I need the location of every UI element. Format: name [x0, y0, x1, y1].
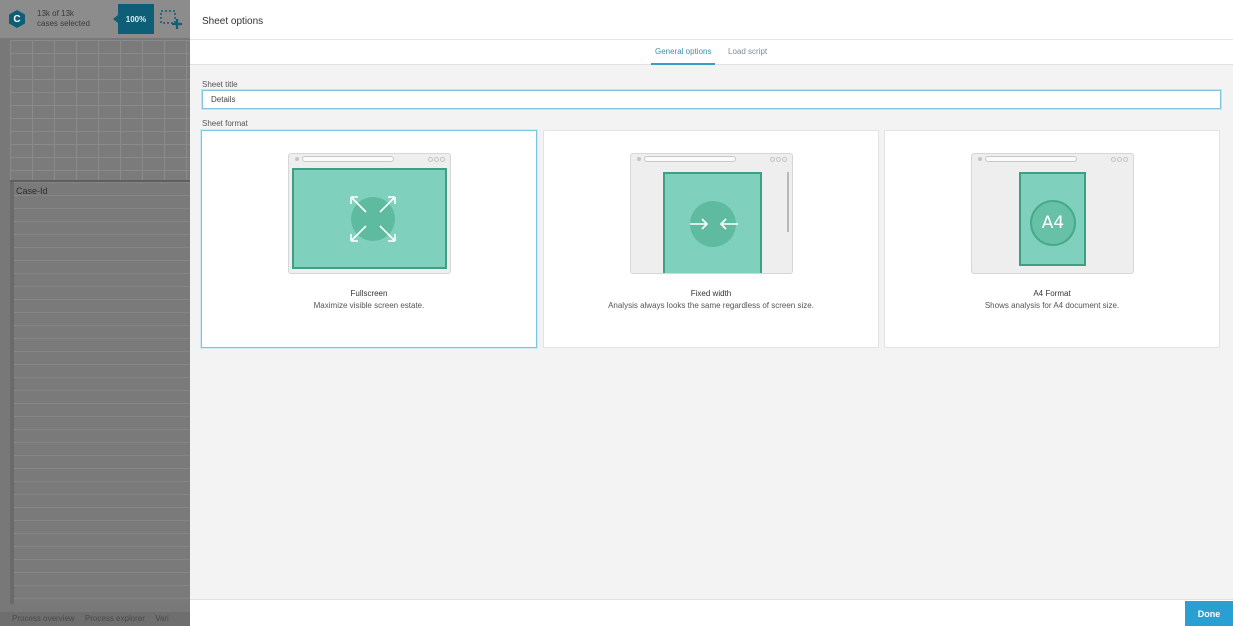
- add-selection-icon: [160, 10, 182, 29]
- browser-dot-icon: [637, 157, 641, 161]
- case-id-column-header: Case-Id: [16, 186, 48, 196]
- cases-label: cases selected: [37, 19, 90, 28]
- a4-sheet-preview: A4: [1019, 172, 1086, 266]
- browser-dot-icon: [295, 157, 299, 161]
- dialog-header: Sheet options: [190, 0, 1233, 40]
- format-card-fullscreen[interactable]: Fullscreen Maximize visible screen estat…: [201, 130, 537, 348]
- browser-bar: [289, 154, 450, 164]
- browser-url-bar: [644, 156, 736, 162]
- bottom-tab-process-overview: Process overview: [12, 614, 75, 623]
- browser-bar: [631, 154, 792, 164]
- background-bottom-tabs: Process overview Process explorer Vari: [0, 612, 190, 626]
- dialog-tab-bar: General options Load script: [190, 40, 1233, 65]
- browser-preview: [630, 153, 793, 274]
- dialog-footer: Done: [190, 599, 1233, 626]
- browser-url-bar: [302, 156, 394, 162]
- tab-load-script[interactable]: Load script: [728, 47, 767, 65]
- zoom-badge: 100%: [113, 4, 154, 34]
- format-name: Fullscreen: [350, 289, 388, 298]
- compress-arrows-icon: [690, 218, 738, 230]
- format-description: Maximize visible screen estate.: [313, 301, 425, 310]
- browser-home-icon: [978, 157, 982, 161]
- sheet-preview: [292, 168, 447, 269]
- cases-count: 13k of 13k: [37, 9, 74, 18]
- browser-scrollbar: [787, 172, 789, 232]
- browser-window-controls-icon: [1111, 157, 1128, 162]
- sheet-title-label: Sheet title: [202, 80, 238, 89]
- sheet-title-input[interactable]: [202, 90, 1221, 109]
- tab-general-options[interactable]: General options: [651, 47, 716, 65]
- format-name: A4 Format: [1033, 289, 1071, 298]
- browser-window-controls-icon: [770, 157, 787, 162]
- browser-window-controls-icon: [428, 157, 445, 162]
- sheet-options-dialog: Sheet options General options Load scrip…: [190, 0, 1233, 626]
- format-description: Analysis always looks the same regardles…: [608, 301, 814, 310]
- case-selection-info: 13k of 13k cases selected: [37, 9, 115, 29]
- format-name: Fixed width: [690, 289, 732, 298]
- app-logo-icon: C: [9, 10, 25, 28]
- bottom-tab-variants: Vari: [155, 614, 169, 623]
- background-table: [10, 182, 190, 604]
- browser-bar: [972, 154, 1133, 164]
- sheet-format-label: Sheet format: [202, 119, 248, 128]
- format-card-a4[interactable]: A4 A4 Format Shows analysis for A4 docum…: [884, 130, 1220, 348]
- expand-arrows-icon: [350, 196, 396, 242]
- background-chart-area: [10, 40, 190, 180]
- format-description: Shows analysis for A4 document size.: [984, 301, 1120, 310]
- browser-preview: [288, 153, 451, 274]
- bottom-tab-process-explorer: Process explorer: [84, 614, 145, 623]
- background-app: C 13k of 13k cases selected 100% Case-Id…: [0, 0, 190, 626]
- browser-preview: A4: [971, 153, 1134, 274]
- browser-url-bar: [985, 156, 1077, 162]
- sheet-preview: [663, 172, 762, 273]
- dialog-title: Sheet options: [202, 16, 264, 27]
- a4-badge: A4: [1030, 200, 1076, 246]
- background-topbar: C 13k of 13k cases selected 100%: [0, 0, 190, 38]
- format-card-fixed-width[interactable]: Fixed width Analysis always looks the sa…: [543, 130, 879, 348]
- done-button[interactable]: Done: [1185, 601, 1233, 626]
